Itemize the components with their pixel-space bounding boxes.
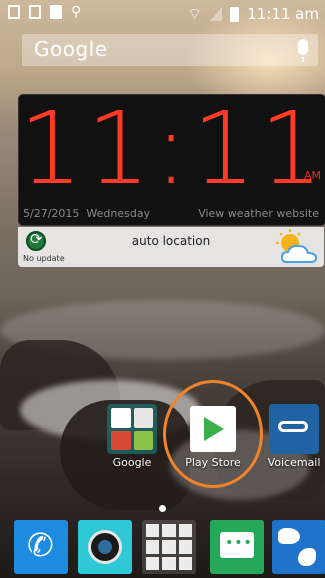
mic-icon[interactable]	[298, 39, 308, 62]
status-bar: ⚲ ⌔ 11:11 am	[0, 0, 325, 28]
clock-date: 5/27/2015 Wednesday	[23, 207, 150, 220]
google-search-bar[interactable]: Google	[22, 34, 318, 66]
usb-icon: ⚲	[71, 4, 82, 20]
weather-widget[interactable]: No update auto location	[18, 227, 324, 267]
google-folder-icon	[107, 404, 157, 454]
wifi-icon: ⌔	[187, 4, 203, 23]
voicemail-icon	[269, 404, 319, 454]
clock-ampm: AM	[303, 169, 321, 182]
messaging-icon[interactable]	[210, 520, 264, 574]
voicemail-app[interactable]: Voicemail	[262, 404, 325, 469]
page-indicator	[159, 505, 166, 512]
day-text: Wednesday	[86, 207, 151, 220]
browser-icon[interactable]	[272, 520, 325, 574]
signal-icon	[210, 7, 223, 21]
search-label: Google	[34, 37, 108, 61]
barcode-icon	[50, 5, 62, 19]
status-time: 11:11 am	[247, 5, 319, 23]
camera-icon[interactable]	[78, 520, 132, 574]
clock-widget[interactable]: 11:11 AM 5/27/2015 Wednesday View weathe…	[18, 94, 325, 226]
download-icon	[8, 5, 20, 19]
highlight-circle	[163, 380, 263, 488]
phone-icon[interactable]	[14, 520, 68, 574]
date-text: 5/27/2015	[23, 207, 80, 220]
battery-icon	[230, 6, 240, 22]
clock-time: 11:11	[19, 90, 325, 207]
update-status: No update	[23, 254, 65, 263]
app-label: Google	[112, 456, 152, 469]
image-icon	[29, 5, 41, 19]
dock	[0, 514, 325, 578]
app-drawer-icon[interactable]	[142, 520, 196, 574]
weather-website-link[interactable]: View weather website	[198, 207, 319, 220]
partly-cloudy-icon	[276, 229, 318, 263]
app-label: Voicemail	[267, 456, 321, 469]
google-folder[interactable]: Google	[100, 404, 164, 469]
